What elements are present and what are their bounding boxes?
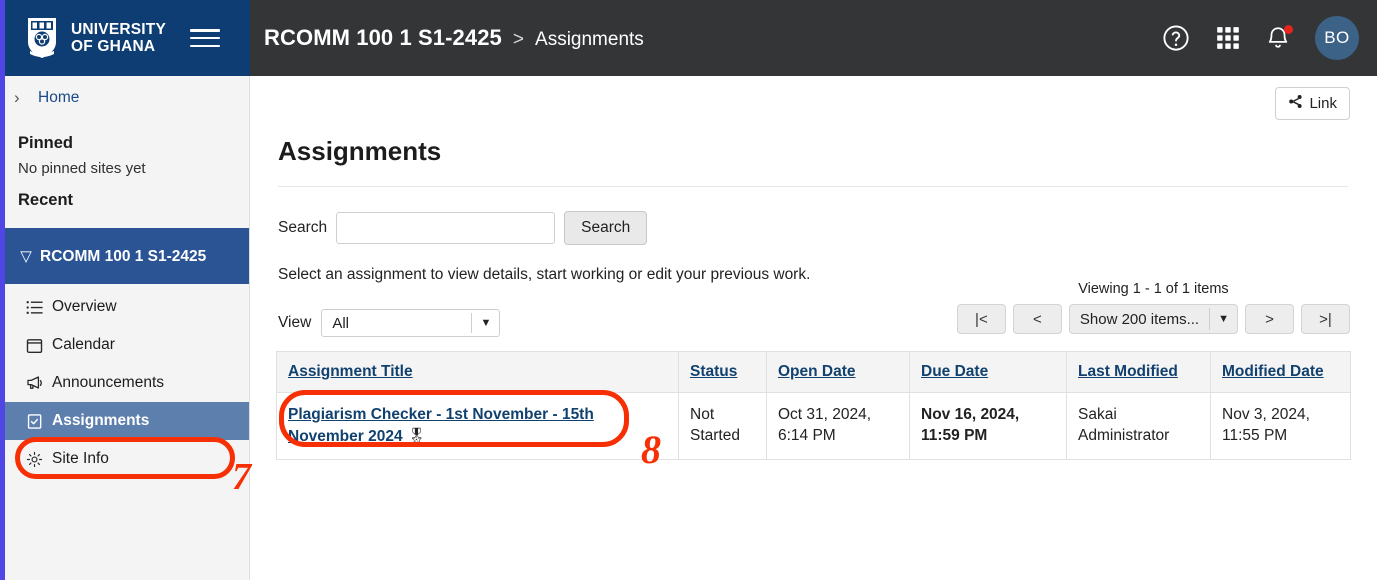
page-title: Assignments: [278, 136, 441, 167]
sidebar-item-assignments[interactable]: Assignments: [0, 402, 249, 440]
calendar-icon: [26, 337, 52, 354]
sidebar: › Home Pinned No pinned sites yet Recent…: [0, 76, 250, 580]
column-header-due-date[interactable]: Due Date: [910, 352, 1067, 393]
cell-last-modified: Sakai Administrator: [1067, 393, 1211, 460]
assignment-title-link[interactable]: Plagiarism Checker - 1st November - 15th…: [288, 406, 594, 445]
gear-icon: [26, 451, 52, 468]
sidebar-item-overview-label: Overview: [52, 298, 117, 316]
column-header-last-modified[interactable]: Last Modified: [1067, 352, 1211, 393]
pagination: Viewing 1 - 1 of 1 items |< < Show 200 i…: [957, 281, 1350, 334]
view-filter-row: View All ▼: [278, 309, 500, 337]
next-page-button[interactable]: >: [1245, 304, 1294, 334]
first-page-button[interactable]: |<: [957, 304, 1006, 334]
brand-name: UNIVERSITY OF GHANA: [71, 21, 166, 55]
breadcrumb-site[interactable]: RCOMM 100 1 S1-2425: [264, 25, 502, 51]
sidebar-item-site-info[interactable]: Site Info: [0, 440, 249, 478]
university-crest-icon: [22, 16, 62, 60]
search-row: Search Search: [278, 211, 647, 245]
column-header-modified-date[interactable]: Modified Date: [1211, 352, 1351, 393]
link-button[interactable]: Link: [1275, 87, 1350, 120]
last-page-button[interactable]: >|: [1301, 304, 1350, 334]
bell-icon[interactable]: [1265, 25, 1291, 51]
caret-down-icon: ▼: [472, 317, 499, 329]
recent-heading: Recent: [0, 177, 249, 210]
sidebar-item-announcements-label: Announcements: [52, 374, 164, 392]
sidebar-item-site-rcomm[interactable]: ▽ RCOMM 100 1 S1-2425: [0, 228, 249, 284]
sidebar-item-assignments-label: Assignments: [52, 412, 149, 430]
cell-modified-date: Nov 3, 2024, 11:55 PM: [1211, 393, 1351, 460]
column-header-assignment-title[interactable]: Assignment Title: [277, 352, 679, 393]
main-content: Link Assignments Search Search Select an…: [251, 76, 1377, 580]
sidebar-site-label: RCOMM 100 1 S1-2425: [40, 247, 206, 266]
link-button-label: Link: [1309, 95, 1337, 112]
page-size-value: Show 200 items...: [1070, 311, 1209, 328]
avatar[interactable]: BO: [1315, 16, 1359, 60]
caret-down-icon: ▼: [1210, 313, 1237, 325]
breadcrumb: RCOMM 100 1 S1-2425 > Assignments: [264, 25, 644, 51]
left-accent-strip: [0, 0, 5, 580]
page-size-select[interactable]: Show 200 items... ▼: [1069, 304, 1238, 334]
prev-page-button[interactable]: <: [1013, 304, 1062, 334]
breadcrumb-separator-icon: >: [513, 29, 524, 51]
cell-status: Not Started: [679, 393, 767, 460]
chevron-down-icon: ▽: [12, 247, 40, 265]
list-icon: [26, 299, 52, 316]
column-header-open-date[interactable]: Open Date: [767, 352, 910, 393]
sidebar-item-site-info-label: Site Info: [52, 450, 109, 468]
sidebar-item-overview[interactable]: Overview: [0, 288, 249, 326]
help-circle-icon[interactable]: [1161, 23, 1191, 53]
app-root: UNIVERSITY OF GHANA RCOMM 100 1 S1-2425 …: [0, 0, 1377, 580]
search-input[interactable]: [336, 212, 555, 244]
rosette-award-icon: 🎖: [407, 428, 427, 445]
view-select-value: All: [322, 315, 471, 332]
instructions-text: Select an assignment to view details, st…: [278, 266, 810, 284]
brand-header: UNIVERSITY OF GHANA: [0, 0, 250, 76]
cell-assignment-title: Plagiarism Checker - 1st November - 15th…: [277, 393, 679, 460]
table-header-row: Assignment Title Status Open Date Due Da…: [277, 352, 1351, 393]
sidebar-item-calendar[interactable]: Calendar: [0, 326, 249, 364]
megaphone-icon: [26, 374, 52, 392]
view-label: View: [278, 314, 311, 332]
cell-due-date: Nov 16, 2024, 11:59 PM: [910, 393, 1067, 460]
column-header-status[interactable]: Status: [679, 352, 767, 393]
cell-open-date: Oct 31, 2024, 6:14 PM: [767, 393, 910, 460]
table-row: Plagiarism Checker - 1st November - 15th…: [277, 393, 1351, 460]
sidebar-item-calendar-label: Calendar: [52, 336, 115, 354]
sidebar-tool-list: Overview Calendar: [0, 284, 249, 478]
search-label: Search: [278, 219, 327, 237]
sidebar-item-announcements[interactable]: Announcements: [0, 364, 249, 402]
assignment-checkbox-icon: [26, 413, 52, 430]
pinned-empty-message: No pinned sites yet: [0, 153, 249, 177]
notification-badge-dot: [1284, 25, 1293, 34]
assignments-table: Assignment Title Status Open Date Due Da…: [276, 351, 1351, 460]
pagination-buttons: |< < Show 200 items... ▼ > >|: [957, 304, 1350, 334]
pagination-count: Viewing 1 - 1 of 1 items: [957, 281, 1350, 297]
top-navigation-bar: RCOMM 100 1 S1-2425 > Assignments: [250, 0, 1377, 76]
view-select[interactable]: All ▼: [321, 309, 500, 337]
hamburger-menu-icon[interactable]: [190, 26, 220, 50]
pinned-heading: Pinned: [0, 120, 249, 153]
chevron-right-icon: ›: [14, 88, 38, 108]
sidebar-item-home-label: Home: [38, 89, 79, 107]
top-bar-actions: BO: [1161, 16, 1377, 60]
title-divider: [278, 186, 1348, 187]
grid-apps-icon[interactable]: [1215, 25, 1241, 51]
search-button[interactable]: Search: [564, 211, 647, 245]
sidebar-item-home[interactable]: › Home: [0, 76, 249, 120]
breadcrumb-current-page: Assignments: [535, 29, 644, 51]
share-icon: [1288, 94, 1303, 113]
